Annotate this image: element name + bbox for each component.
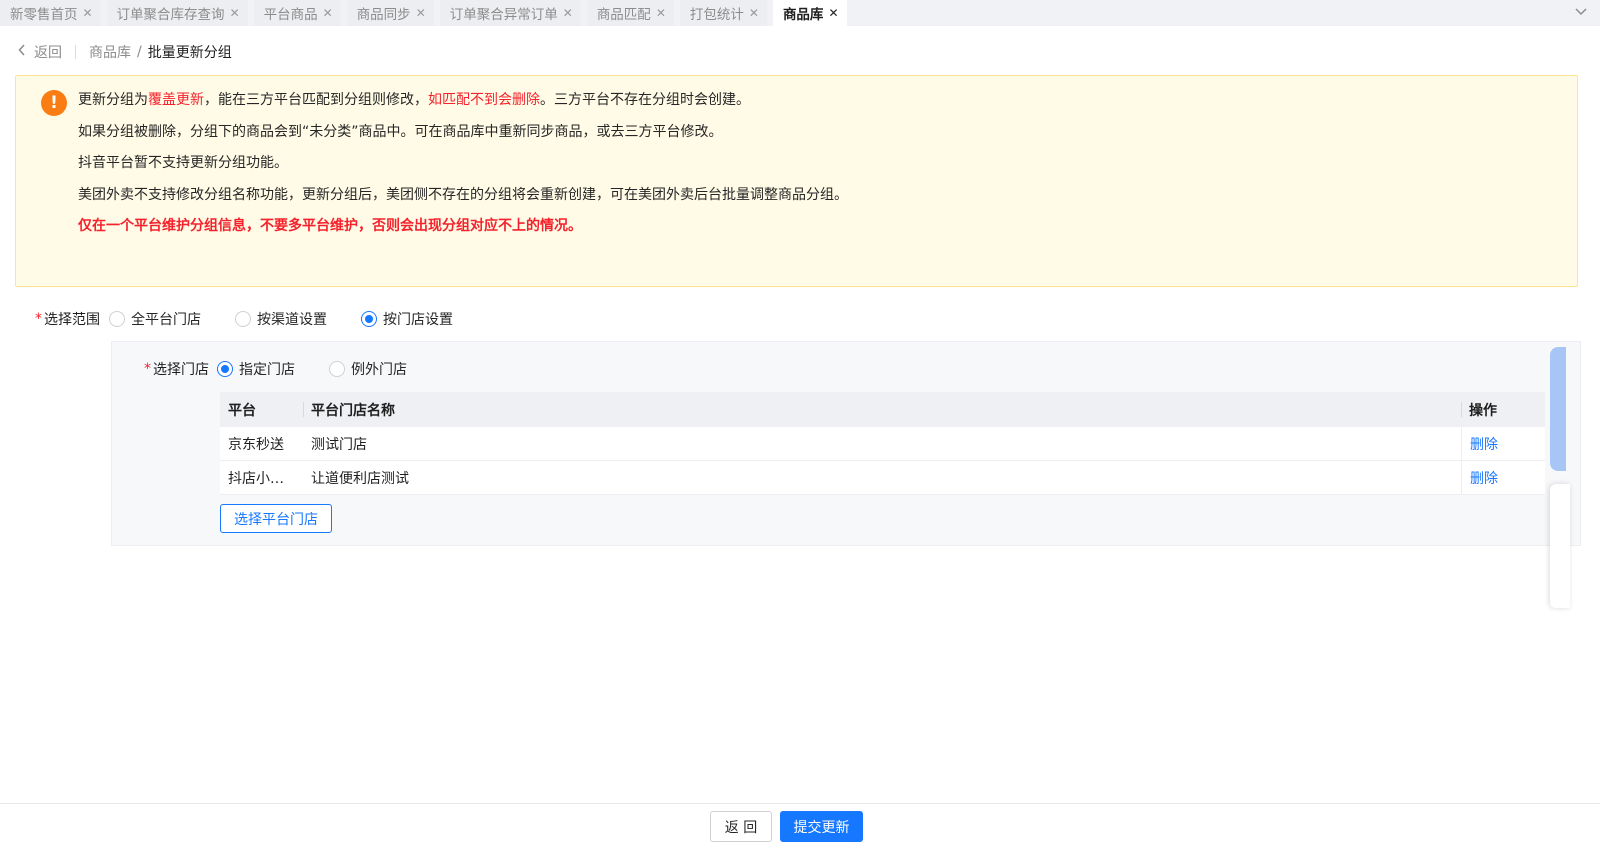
tab-product-sync[interactable]: 商品同步 ✕	[346, 0, 434, 26]
radio-label: 按渠道设置	[257, 312, 327, 328]
radio-label: 按门店设置	[383, 312, 453, 328]
close-icon[interactable]: ✕	[656, 6, 666, 20]
required-mark: *	[144, 361, 151, 377]
cell-store-name: 让道便利店测试	[311, 470, 409, 487]
breadcrumb: 返回 商品库 / 批量更新分组	[18, 41, 232, 63]
radio-circle[interactable]	[109, 311, 125, 327]
breadcrumb-separator: /	[137, 44, 142, 60]
cell-platform: 京东秒送	[228, 436, 284, 453]
radio-by-channel[interactable]: 按渠道设置	[235, 309, 327, 329]
tab-label: 订单聚合异常订单	[449, 7, 558, 23]
store-select-row: * 选择门店 指定门店 例外门店	[144, 358, 407, 380]
cell-store-name: 测试门店	[311, 436, 367, 453]
tab-bar: 新零售首页 ✕ 订单聚合库存查询 ✕ 平台商品 ✕ 商品同步 ✕ 订单聚合异常订…	[0, 0, 1600, 26]
side-panel-handle[interactable]	[1550, 347, 1566, 471]
tab-product-match[interactable]: 商品匹配 ✕	[586, 0, 674, 26]
notice-highlight: 覆盖更新	[148, 92, 204, 108]
notice-text: 更新分组为	[78, 92, 148, 108]
delete-link[interactable]: 删除	[1470, 468, 1498, 488]
radio-label: 全平台门店	[131, 312, 201, 328]
close-icon[interactable]: ✕	[230, 6, 240, 20]
cell-platform: 抖店小…	[228, 470, 284, 487]
tab-label: 新零售首页	[10, 7, 78, 23]
notice-line-5: 仅在一个平台维护分组信息，不要多平台维护，否则会出现分组对应不上的情况。	[78, 218, 582, 234]
side-floating-card[interactable]	[1550, 484, 1570, 608]
scope-row: * 选择范围 全平台门店 按渠道设置 按门店设置	[35, 308, 453, 330]
close-icon[interactable]: ✕	[323, 6, 333, 20]
store-radio-group: 指定门店 例外门店	[217, 359, 407, 379]
tab-product-library[interactable]: 商品库 ✕	[772, 0, 847, 26]
store-table: 平台 平台门店名称 操作 京东秒送 测试门店 删除 抖店小… 让道便利店测试 删…	[220, 392, 1545, 495]
store-select-label: 选择门店	[153, 362, 209, 378]
notice-line-3: 抖音平台暂不支持更新分组功能。	[78, 155, 288, 171]
notice-text: 。三方平台不存在分组时会创建。	[540, 92, 750, 108]
tab-platform-products[interactable]: 平台商品 ✕	[253, 0, 341, 26]
delete-link[interactable]: 删除	[1470, 434, 1498, 454]
radio-specified-store[interactable]: 指定门店	[217, 359, 295, 379]
close-icon[interactable]: ✕	[563, 6, 573, 20]
tab-label: 平台商品	[263, 7, 318, 23]
scope-radio-group: 全平台门店 按渠道设置 按门店设置	[109, 309, 453, 329]
scope-label: 选择范围	[44, 312, 100, 328]
radio-label: 例外门店	[351, 362, 407, 378]
table-header: 平台 平台门店名称 操作	[220, 392, 1545, 427]
radio-by-store[interactable]: 按门店设置	[361, 309, 453, 329]
back-label: 返回	[34, 45, 62, 61]
select-platform-store-button[interactable]: 选择平台门店	[220, 504, 332, 533]
close-icon[interactable]: ✕	[828, 6, 838, 20]
tab-label: 打包统计	[689, 7, 744, 23]
close-icon[interactable]: ✕	[416, 6, 426, 20]
warning-notice: ! 更新分组为覆盖更新，能在三方平台匹配到分组则修改，如匹配不到会删除。三方平台…	[15, 75, 1578, 287]
tab-abnormal-orders[interactable]: 订单聚合异常订单 ✕	[439, 0, 581, 26]
breadcrumb-current: 批量更新分组	[147, 45, 232, 61]
tab-label: 商品匹配	[596, 7, 651, 23]
radio-all-stores[interactable]: 全平台门店	[109, 309, 201, 329]
radio-excluded-store[interactable]: 例外门店	[329, 359, 407, 379]
close-icon[interactable]: ✕	[83, 6, 93, 20]
tab-label: 订单聚合库存查询	[116, 7, 225, 23]
warning-icon: !	[41, 90, 67, 116]
breadcrumb-parent[interactable]: 商品库	[89, 42, 131, 62]
back-link[interactable]: 返回	[18, 42, 62, 62]
breadcrumb-divider	[75, 45, 76, 59]
column-header-platform: 平台	[228, 402, 256, 419]
tab-label: 商品同步	[356, 7, 411, 23]
radio-circle[interactable]	[235, 311, 251, 327]
table-row: 抖店小… 让道便利店测试 删除	[220, 461, 1545, 495]
radio-circle[interactable]	[361, 311, 377, 327]
close-icon[interactable]: ✕	[749, 6, 759, 20]
notice-line-2: 如果分组被删除，分组下的商品会到“未分类”商品中。可在商品库中重新同步商品，或去…	[78, 123, 723, 140]
notice-highlight: 如匹配不到会删除	[428, 92, 540, 108]
notice-line-1: 更新分组为覆盖更新，能在三方平台匹配到分组则修改，如匹配不到会删除。三方平台不存…	[78, 89, 848, 121]
submit-update-button[interactable]: 提交更新	[780, 811, 863, 842]
tab-label: 商品库	[782, 7, 824, 23]
chevron-down-icon[interactable]	[1572, 3, 1590, 21]
notice-text: ，能在三方平台匹配到分组则修改，	[204, 92, 428, 108]
tab-retail-home[interactable]: 新零售首页 ✕	[0, 0, 101, 26]
radio-label: 指定门店	[239, 362, 295, 378]
radio-circle[interactable]	[329, 361, 345, 377]
chevron-left-icon	[18, 44, 26, 60]
notice-line-4: 美团外卖不支持修改分组名称功能，更新分组后，美团侧不存在的分组将会重新创建，可在…	[78, 186, 848, 203]
table-row: 京东秒送 测试门店 删除	[220, 427, 1545, 461]
column-header-store-name: 平台门店名称	[303, 392, 1461, 427]
required-mark: *	[35, 311, 42, 327]
tab-packing-stats[interactable]: 打包统计 ✕	[679, 0, 767, 26]
back-button[interactable]: 返 回	[710, 811, 772, 842]
column-header-actions: 操作	[1461, 392, 1545, 427]
radio-circle[interactable]	[217, 361, 233, 377]
tab-order-inventory-query[interactable]: 订单聚合库存查询 ✕	[106, 0, 248, 26]
